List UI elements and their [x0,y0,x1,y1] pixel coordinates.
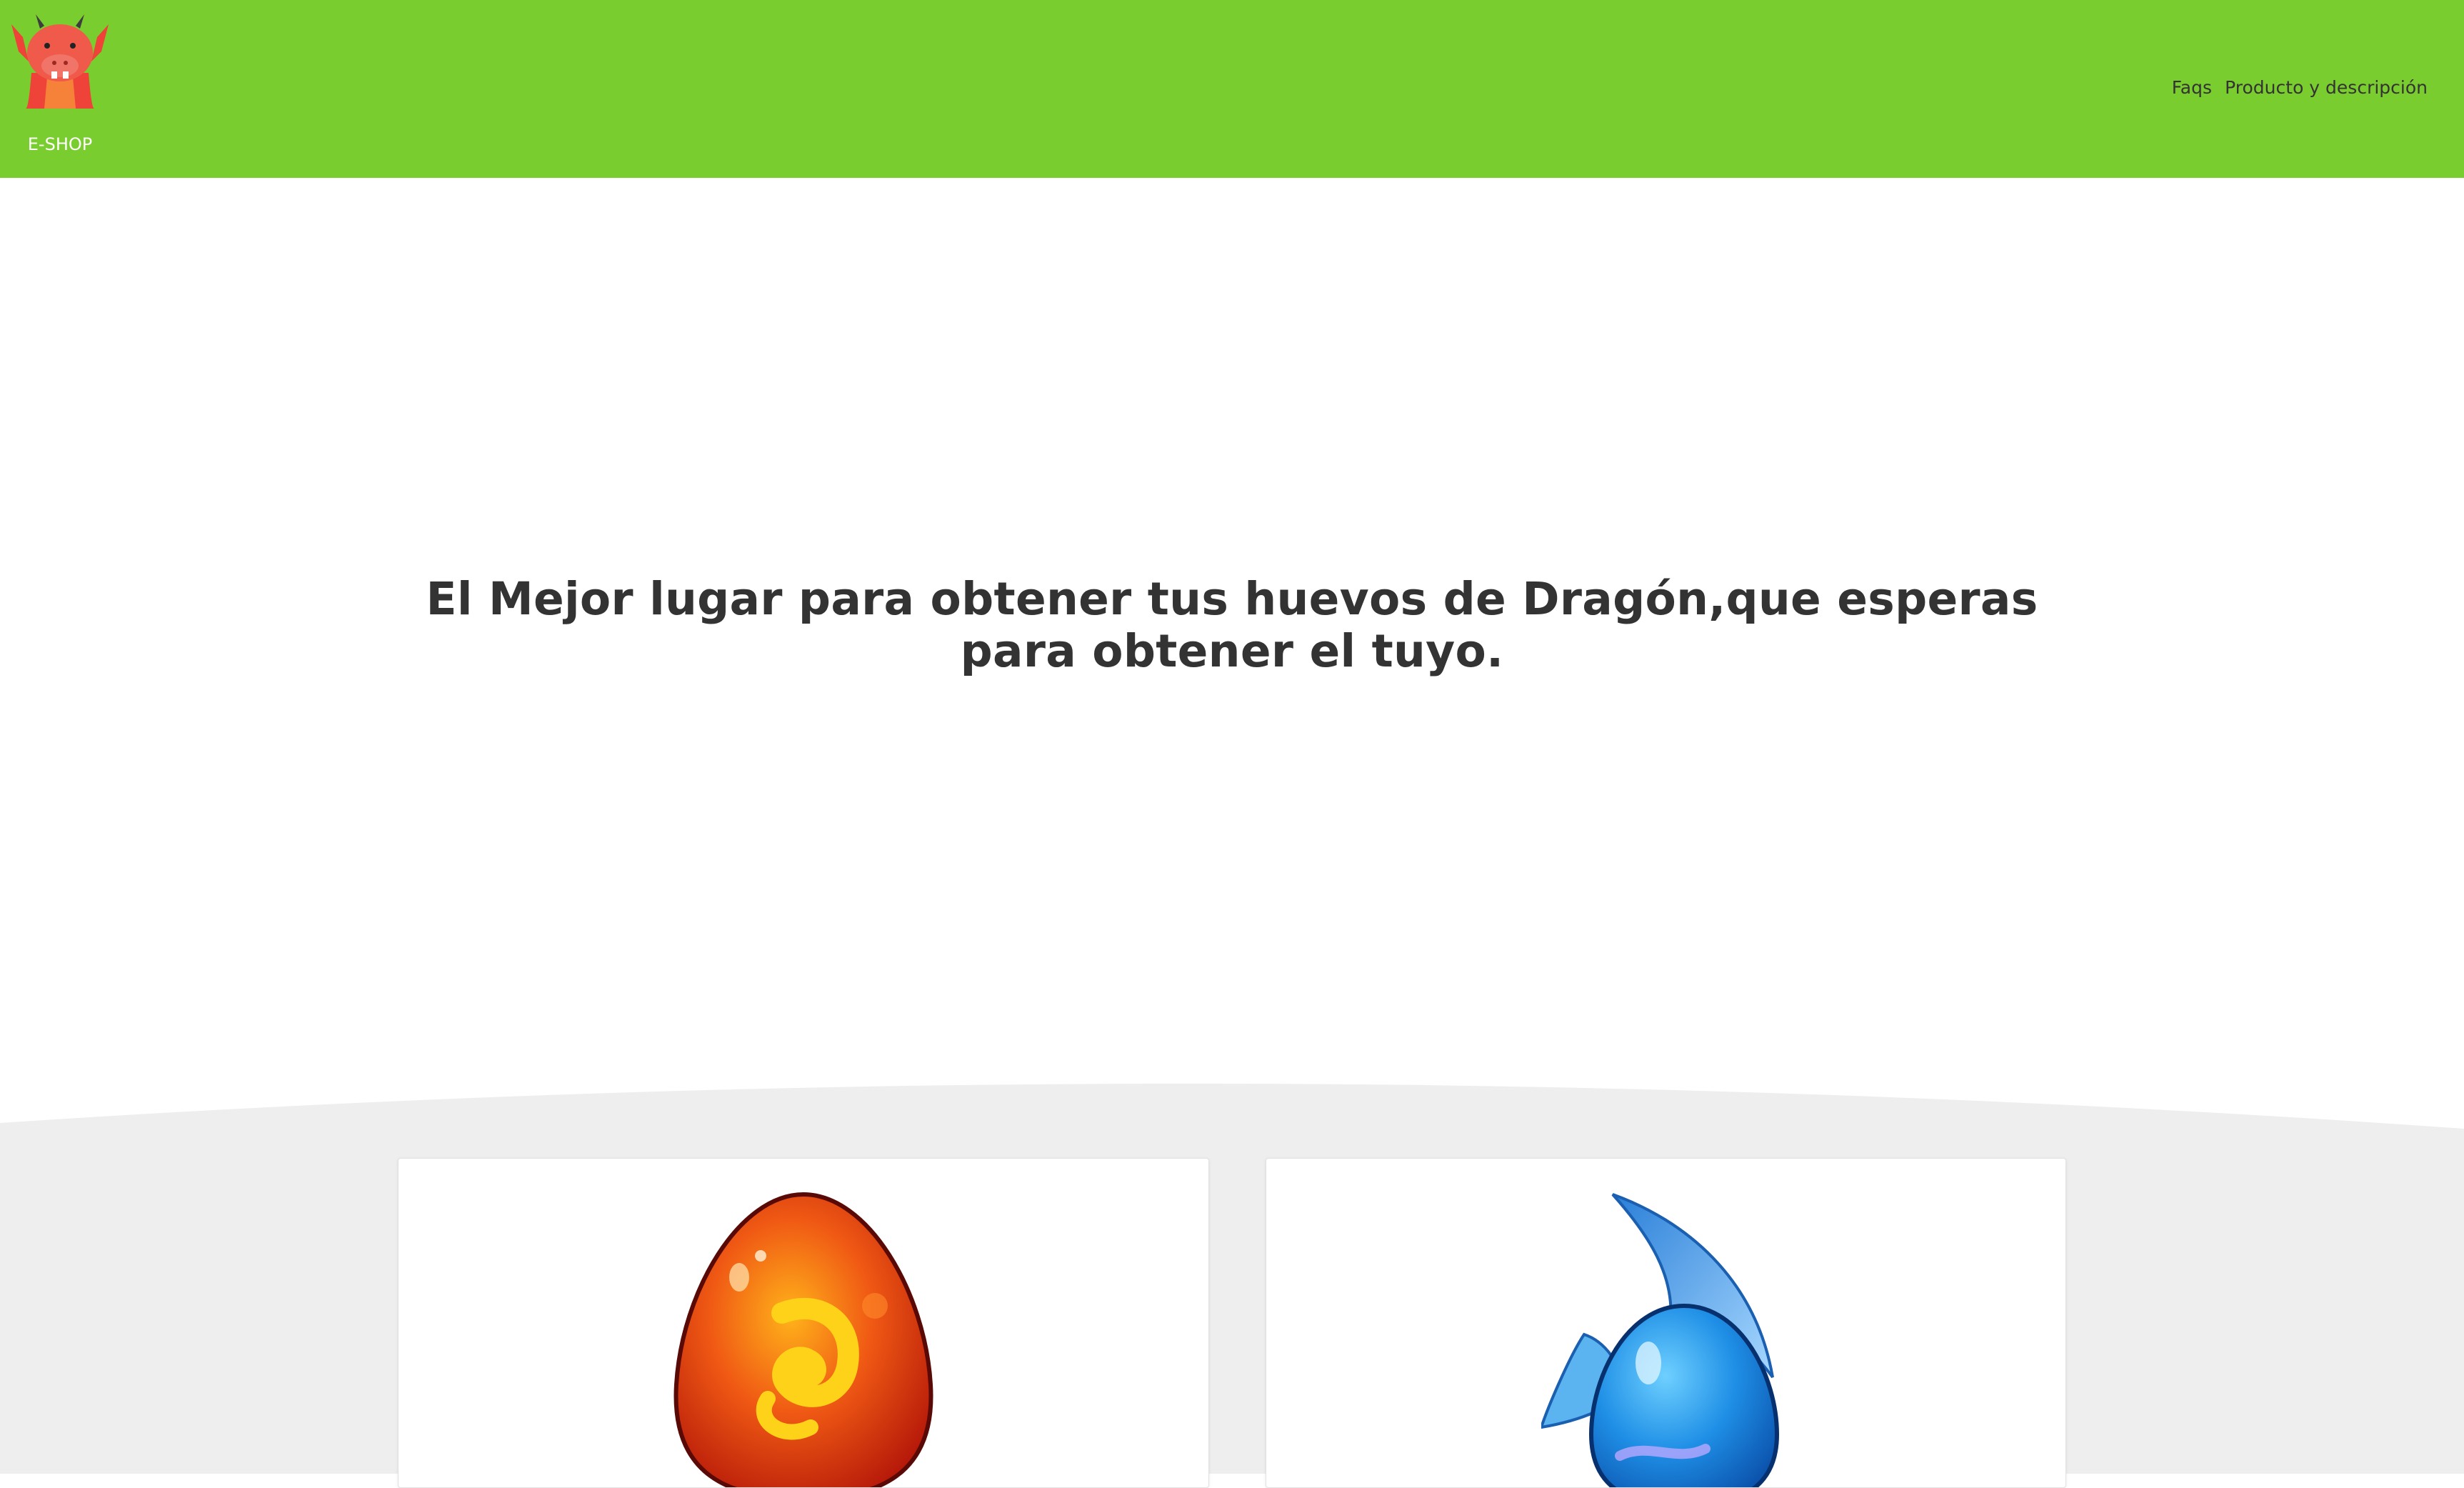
section-divider-wave [0,1083,2464,1164]
water-egg-image [1541,1193,1780,1487]
logo-text: E-SHOP [27,134,93,154]
products-section [0,1157,2464,1474]
dragon-logo-icon [11,14,109,109]
hero-title: El Mejor lugar para obtener tus huevos d… [426,573,2038,677]
nav-link-faqs[interactable]: Faqs [2172,77,2212,98]
fire-egg-image [673,1192,933,1487]
product-card-water-egg[interactable] [1266,1158,2066,1488]
site-header: E-SHOP Faqs Producto y descripción [0,0,2464,178]
product-card-fire-egg[interactable] [398,1158,1209,1488]
nav-link-producto[interactable]: Producto y descripción [2225,77,2428,98]
logo-link[interactable]: E-SHOP [7,9,113,154]
